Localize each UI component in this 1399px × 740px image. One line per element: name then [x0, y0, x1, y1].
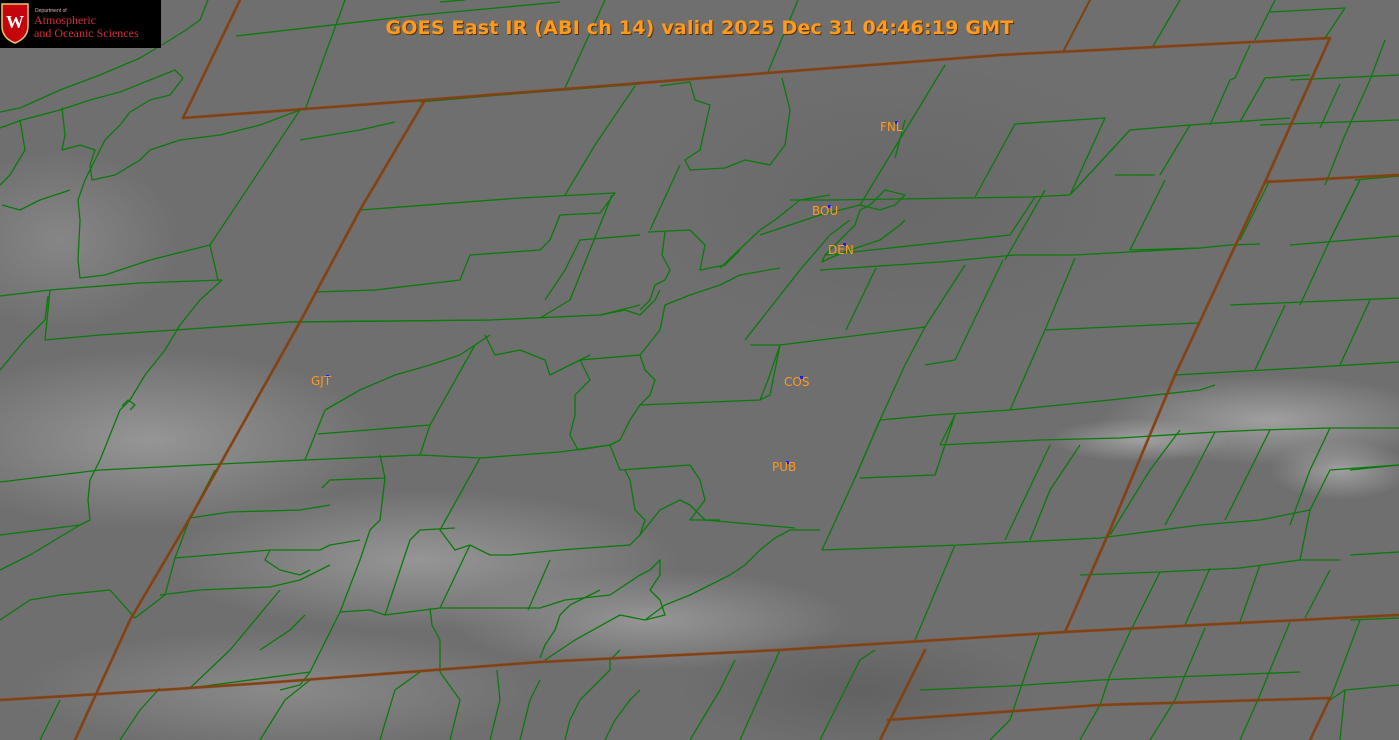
station-label-cos: COS — [784, 375, 810, 389]
station-label-fnl: FNL — [880, 120, 903, 134]
station-label-pub: PUB — [772, 460, 797, 474]
map-title: GOES East IR (ABI ch 14) valid 2025 Dec … — [385, 17, 1014, 39]
station-label-bou: BOU — [812, 204, 839, 218]
station-label-gjt: GJT — [311, 374, 332, 388]
state-boundaries — [0, 0, 1399, 740]
station-label-den: DEN — [828, 243, 854, 257]
satellite-map: W Department of Atmospheric and Oceanic … — [0, 0, 1399, 740]
